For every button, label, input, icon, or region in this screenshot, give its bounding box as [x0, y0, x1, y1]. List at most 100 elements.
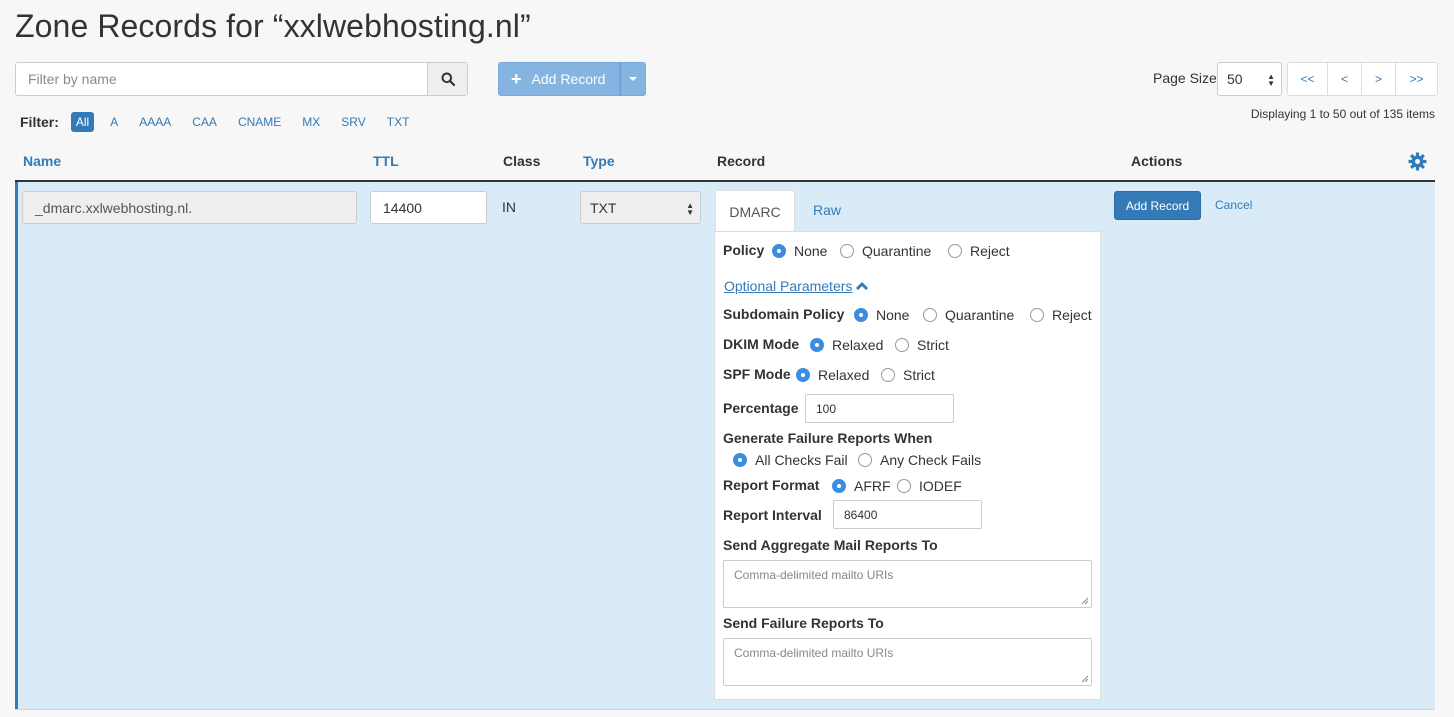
- spf-relaxed-label: Relaxed: [818, 367, 870, 383]
- row-divider: [15, 709, 1435, 710]
- failure-reports-textarea[interactable]: Comma-delimited mailto URIs: [723, 638, 1092, 686]
- filter-mx[interactable]: MX: [297, 112, 325, 132]
- subdomain-policy-label: Subdomain Policy: [723, 306, 845, 322]
- ttl-field[interactable]: 14400: [370, 191, 487, 224]
- optional-parameters-label: Optional Parameters: [724, 278, 853, 294]
- subdomain-reject-label: Reject: [1052, 307, 1092, 323]
- add-record-button[interactable]: + Add Record: [498, 62, 620, 96]
- dkim-strict-option[interactable]: Strict: [895, 337, 949, 353]
- policy-none-label: None: [794, 243, 828, 259]
- tab-raw[interactable]: Raw: [813, 202, 841, 218]
- subdomain-reject-option[interactable]: Reject: [1030, 307, 1092, 323]
- record-class: IN: [502, 199, 516, 215]
- search-box: [15, 62, 468, 96]
- subdomain-quarantine-label: Quarantine: [945, 307, 1015, 323]
- filter-a[interactable]: A: [105, 112, 123, 132]
- type-filter-bar: Filter: All A AAAA CAA CNAME MX SRV TXT: [20, 111, 425, 133]
- spf-strict-option[interactable]: Strict: [881, 367, 935, 383]
- all-checks-fail-label: All Checks Fail: [755, 452, 848, 468]
- chevron-up-icon: [856, 282, 869, 291]
- select-arrows-icon: ▲ ▼: [1267, 72, 1275, 88]
- spf-relaxed-option[interactable]: Relaxed: [796, 367, 869, 383]
- plus-icon: +: [511, 69, 522, 89]
- dkim-mode-label: DKIM Mode: [723, 336, 800, 352]
- add-record-dropdown[interactable]: [620, 62, 646, 96]
- failure-reports-to-label: Send Failure Reports To: [723, 615, 884, 631]
- filter-cname[interactable]: CNAME: [233, 112, 286, 132]
- next-page-button[interactable]: >: [1361, 62, 1396, 96]
- subdomain-none-option[interactable]: None: [854, 307, 909, 323]
- tab-dmarc[interactable]: DMARC: [715, 190, 795, 232]
- radio-button[interactable]: [881, 368, 895, 382]
- column-type-header[interactable]: Type: [583, 153, 615, 169]
- radio-button[interactable]: [897, 479, 911, 493]
- all-checks-fail-option[interactable]: All Checks Fail: [733, 452, 848, 468]
- percentage-label: Percentage: [723, 400, 799, 416]
- save-record-button[interactable]: Add Record: [1114, 191, 1201, 220]
- column-actions-header: Actions: [1131, 153, 1183, 169]
- record-type-select[interactable]: TXT ▲ ▼: [580, 191, 701, 224]
- page-size-select[interactable]: 50 ▲ ▼: [1217, 62, 1282, 96]
- policy-quarantine-label: Quarantine: [862, 243, 932, 259]
- caret-down-icon: [629, 77, 637, 81]
- radio-button[interactable]: [832, 479, 846, 493]
- filter-txt[interactable]: TXT: [382, 112, 415, 132]
- resize-handle-icon[interactable]: [1081, 675, 1089, 683]
- resize-handle-icon[interactable]: [1081, 597, 1089, 605]
- format-afrf-label: AFRF: [854, 478, 891, 494]
- radio-button[interactable]: [810, 338, 824, 352]
- gear-icon[interactable]: [1408, 152, 1427, 171]
- failure-reports-label: Generate Failure Reports When: [723, 430, 933, 446]
- search-button[interactable]: [427, 63, 467, 95]
- filter-all[interactable]: All: [70, 112, 95, 132]
- radio-button[interactable]: [948, 244, 962, 258]
- radio-button[interactable]: [772, 244, 786, 258]
- prev-page-button[interactable]: <: [1327, 62, 1362, 96]
- select-arrows-icon: ▲ ▼: [686, 201, 694, 217]
- format-iodef-label: IODEF: [919, 478, 962, 494]
- filter-aaaa[interactable]: AAAA: [134, 112, 176, 132]
- column-name-header[interactable]: Name: [23, 153, 61, 169]
- cancel-button[interactable]: Cancel: [1215, 198, 1252, 212]
- radio-button[interactable]: [796, 368, 810, 382]
- format-afrf-option[interactable]: AFRF: [832, 478, 891, 494]
- first-page-button[interactable]: <<: [1287, 62, 1328, 96]
- radio-button[interactable]: [923, 308, 937, 322]
- subdomain-none-label: None: [876, 307, 910, 323]
- percentage-field[interactable]: 100: [805, 394, 954, 423]
- policy-label: Policy: [723, 242, 765, 258]
- column-ttl-header[interactable]: TTL: [373, 153, 399, 169]
- policy-reject-label: Reject: [970, 243, 1010, 259]
- radio-button[interactable]: [733, 453, 747, 467]
- subdomain-quarantine-option[interactable]: Quarantine: [923, 307, 1014, 323]
- search-input[interactable]: [16, 63, 427, 95]
- filter-srv[interactable]: SRV: [336, 112, 370, 132]
- any-check-fails-option[interactable]: Any Check Fails: [858, 452, 981, 468]
- filter-caa[interactable]: CAA: [187, 112, 222, 132]
- aggregate-reports-placeholder: Comma-delimited mailto URIs: [734, 568, 894, 582]
- policy-quarantine-option[interactable]: Quarantine: [840, 243, 931, 259]
- search-icon: [441, 72, 455, 86]
- record-name-field[interactable]: _dmarc.xxlwebhosting.nl.: [22, 191, 357, 224]
- page-title: Zone Records for “xxlwebhosting.nl”: [15, 8, 531, 44]
- spf-mode-label: SPF Mode: [723, 366, 791, 382]
- dkim-relaxed-option[interactable]: Relaxed: [810, 337, 883, 353]
- radio-button[interactable]: [854, 308, 868, 322]
- last-page-button[interactable]: >>: [1395, 62, 1438, 96]
- report-format-label: Report Format: [723, 477, 820, 493]
- aggregate-reports-textarea[interactable]: Comma-delimited mailto URIs: [723, 560, 1092, 608]
- radio-button[interactable]: [858, 453, 872, 467]
- policy-none-option[interactable]: None: [772, 243, 827, 259]
- radio-button[interactable]: [840, 244, 854, 258]
- optional-parameters-toggle[interactable]: Optional Parameters: [724, 278, 869, 294]
- report-interval-field[interactable]: 86400: [833, 500, 982, 529]
- dkim-relaxed-label: Relaxed: [832, 337, 884, 353]
- failure-reports-placeholder: Comma-delimited mailto URIs: [734, 646, 894, 660]
- radio-button[interactable]: [895, 338, 909, 352]
- add-record-group: + Add Record: [498, 62, 646, 96]
- pagination: << < > >>: [1287, 62, 1438, 96]
- any-check-fails-label: Any Check Fails: [880, 452, 982, 468]
- radio-button[interactable]: [1030, 308, 1044, 322]
- policy-reject-option[interactable]: Reject: [948, 243, 1010, 259]
- format-iodef-option[interactable]: IODEF: [897, 478, 962, 494]
